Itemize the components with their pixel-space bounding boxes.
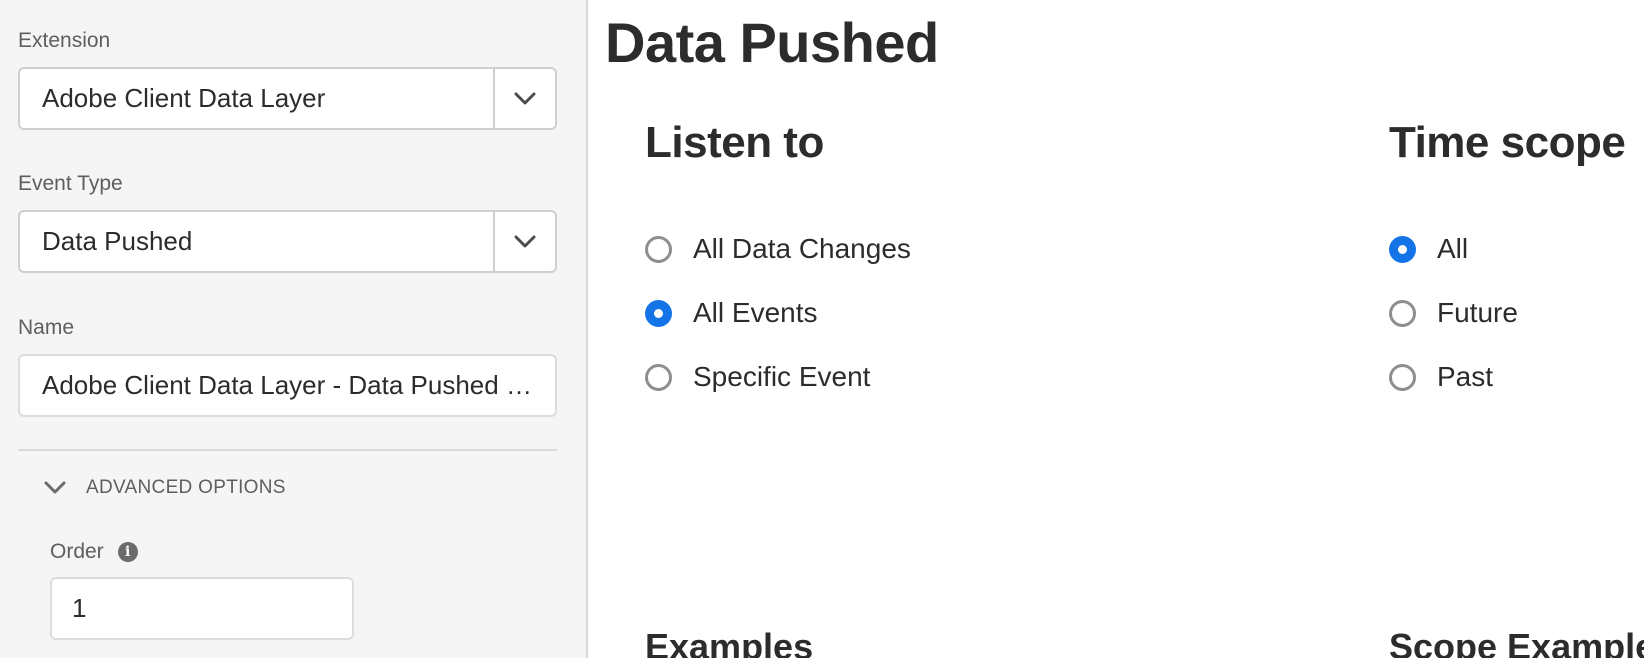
extension-picker-value: Adobe Client Data Layer <box>42 83 326 113</box>
radio-label: All Data Changes <box>693 233 911 264</box>
radio-time-all[interactable]: All <box>1389 233 1468 265</box>
advanced-options-toggle[interactable]: ADVANCED OPTIONS <box>44 476 286 500</box>
radio-label: All Events <box>693 297 818 328</box>
examples-heading: Examples <box>645 626 814 658</box>
radio-all-events[interactable]: All Events <box>645 297 818 329</box>
radio-time-future[interactable]: Future <box>1389 297 1518 329</box>
radio-button[interactable] <box>1389 299 1416 327</box>
name-label: Name <box>18 316 75 339</box>
radio-label: Specific Event <box>693 361 871 392</box>
info-icon[interactable]: i <box>117 542 138 562</box>
event-type-label: Event Type <box>18 172 123 195</box>
advanced-options-label: ADVANCED OPTIONS <box>86 477 286 498</box>
event-type-picker[interactable]: Data Pushed <box>18 210 557 273</box>
rule-config-sidebar: Extension Adobe Client Data Layer Event … <box>0 0 588 658</box>
extension-label: Extension <box>18 29 111 52</box>
order-input[interactable]: 1 <box>50 577 354 640</box>
chevron-down-icon <box>514 235 536 247</box>
page-title: Data Pushed <box>605 11 939 74</box>
name-input[interactable]: Adobe Client Data Layer - Data Pushed al… <box>18 354 557 417</box>
radio-time-past[interactable]: Past <box>1389 361 1493 393</box>
radio-label: Past <box>1437 361 1494 392</box>
order-label: Order <box>50 540 104 563</box>
radio-label: Future <box>1437 297 1518 328</box>
radio-button[interactable] <box>645 363 672 391</box>
radio-label: All <box>1437 233 1469 264</box>
extension-dropdown-button[interactable] <box>493 69 555 128</box>
radio-button[interactable] <box>645 235 672 263</box>
radio-all-data-changes[interactable]: All Data Changes <box>645 233 911 265</box>
event-type-dropdown-button[interactable] <box>493 212 555 271</box>
listen-to-heading: Listen to <box>645 118 824 167</box>
radio-specific-event[interactable]: Specific Event <box>645 361 870 393</box>
order-label-row: Order i <box>50 540 138 564</box>
chevron-down-icon <box>44 481 66 494</box>
radio-button[interactable] <box>1389 235 1416 263</box>
divider <box>18 449 557 451</box>
radio-button[interactable] <box>1389 363 1416 391</box>
extension-picker[interactable]: Adobe Client Data Layer <box>18 67 557 130</box>
time-scope-heading: Time scope <box>1389 118 1626 167</box>
chevron-down-icon <box>514 92 536 104</box>
scope-examples-heading: Scope Examples <box>1389 626 1644 658</box>
radio-button[interactable] <box>645 299 672 327</box>
event-type-picker-value: Data Pushed <box>42 226 193 256</box>
